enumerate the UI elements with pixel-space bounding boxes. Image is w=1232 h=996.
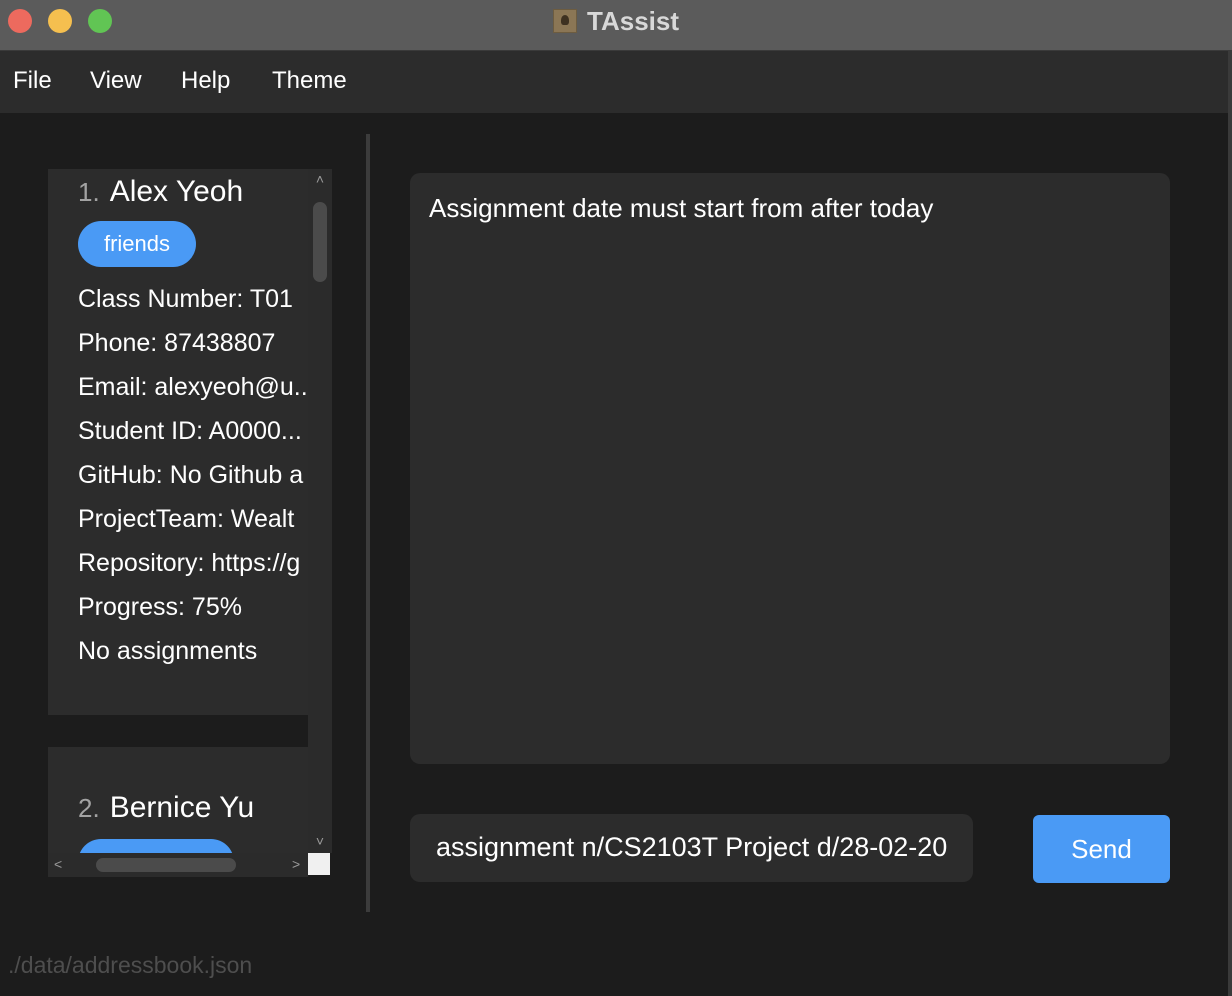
window-edge	[1228, 51, 1232, 996]
project-team-field: ProjectTeam: Wealt	[78, 505, 295, 533]
menu-bar: File View Help Theme	[0, 51, 1232, 113]
phone-field: Phone: 87438807	[78, 329, 276, 357]
person-name: Bernice Yu	[109, 791, 255, 824]
split-divider[interactable]	[366, 134, 370, 912]
person-header: 1. Alex Yeoh	[78, 175, 243, 209]
tag-badge: friends	[78, 221, 196, 267]
command-input[interactable]: assignment n/CS2103T Project d/28-02-20	[410, 814, 973, 882]
horizontal-scrollbar[interactable]: < >	[48, 853, 308, 877]
person-list: 1. Alex Yeoh friends Class Number: T01 Ph…	[48, 169, 332, 876]
window-title-text: TAssist	[587, 6, 679, 36]
result-message: Assignment date must start from after to…	[429, 193, 934, 223]
send-button[interactable]: Send	[1033, 815, 1170, 883]
progress-field: Progress: 75%	[78, 593, 242, 621]
repository-field: Repository: https://g	[78, 549, 301, 577]
student-id-field: Student ID: A0000...	[78, 417, 302, 445]
scroll-down-icon[interactable]: ˅	[308, 833, 332, 849]
person-name: Alex Yeoh	[109, 175, 244, 208]
menu-theme[interactable]: Theme	[272, 67, 347, 95]
scrollbar-corner	[308, 853, 330, 875]
email-field: Email: alexyeoh@u...	[78, 373, 308, 401]
title-bar: TAssist	[0, 0, 1232, 51]
status-bar-path: ./data/addressbook.json	[8, 952, 253, 978]
person-card[interactable]: 2. Bernice Yu	[48, 747, 308, 857]
contacts-app-icon	[553, 9, 577, 33]
horizontal-scroll-thumb[interactable]	[96, 858, 236, 872]
github-field: GitHub: No Github a	[78, 461, 304, 489]
scroll-up-icon[interactable]: ˄	[308, 171, 332, 187]
assignments-field: No assignments	[78, 637, 258, 665]
menu-help[interactable]: Help	[181, 67, 230, 95]
vertical-scrollbar[interactable]: ˄ ˅	[308, 169, 332, 853]
menu-file[interactable]: File	[13, 67, 52, 95]
scroll-right-icon[interactable]: >	[292, 856, 300, 872]
window-title: TAssist	[0, 6, 1232, 37]
person-index: 1.	[78, 177, 100, 207]
class-number-field: Class Number: T01	[78, 285, 293, 313]
scroll-left-icon[interactable]: <	[54, 856, 62, 872]
menu-view[interactable]: View	[90, 67, 142, 95]
command-text: assignment n/CS2103T Project d/28-02-20	[436, 832, 948, 862]
person-header: 2. Bernice Yu	[78, 791, 254, 825]
person-index: 2.	[78, 793, 100, 823]
person-card[interactable]: 1. Alex Yeoh friends Class Number: T01 Ph…	[48, 169, 308, 715]
result-display: Assignment date must start from after to…	[410, 173, 1170, 764]
vertical-scroll-thumb[interactable]	[313, 202, 327, 282]
